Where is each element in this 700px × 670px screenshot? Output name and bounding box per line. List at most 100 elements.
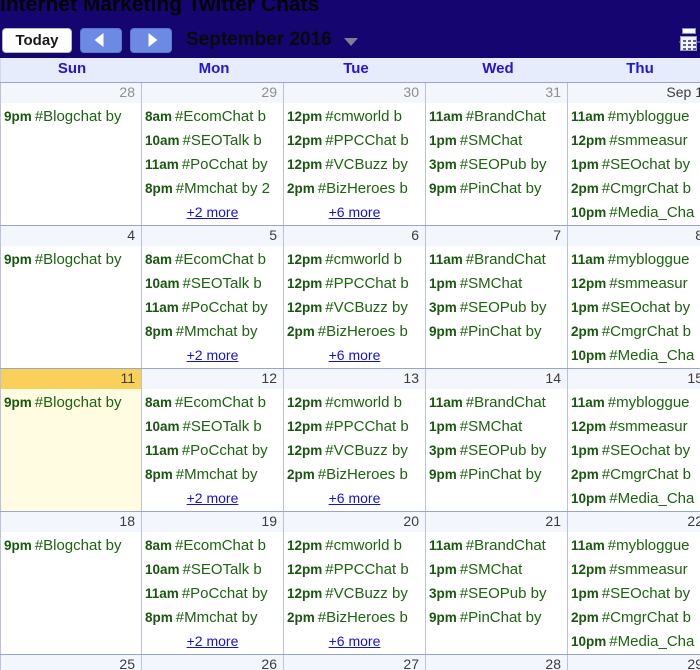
calendar-event[interactable]: 2pm #CmgrChat b [568,464,700,488]
day-cell[interactable]: 5 8am #EcomChat b 10am #SEOTalk b 11am #PoCcha… [142,226,284,368]
calendar-event[interactable]: 1pm #SEOchat by [568,297,700,321]
calendar-event[interactable]: 8am #EcomChat b [142,106,283,130]
calendar-event[interactable]: 11am #mybloggue [568,392,700,416]
day-cell[interactable]: 22 11am#mybloggue12pm#smmeasur1pm#SEOchat… [568,512,700,654]
day-cell[interactable]: 6 12pm #cmworld b 12pm #PPCChat b 12pm #VCBuzz… [284,226,426,368]
calendar-event[interactable]: 3pm #SEOPub by [426,154,567,178]
more-events-link[interactable]: +2 more [142,488,283,510]
calendar-event[interactable]: 12pm #PPCChat b [284,559,425,583]
day-number[interactable]: 13 [284,369,425,389]
calendar-event[interactable]: 12pm #smmeasur [568,273,700,297]
calendar-event[interactable]: 10am #SEOTalk b [142,416,283,440]
more-events-link[interactable]: +2 more [142,202,283,224]
day-cell[interactable]: 14 11am #BrandChat 1pm #SMChat 3pm #SEOPub by 9… [426,369,568,511]
day-number[interactable]: 19 [142,512,283,532]
calendar-event[interactable]: 8pm #Mmchat by 2 [142,178,283,202]
day-number[interactable]: 20 [284,512,425,532]
day-number[interactable]: 28 [1,83,141,103]
calendar-event[interactable]: 3pm #SEOPub by [426,440,567,464]
day-number[interactable]: 12 [142,369,283,389]
calendar-event[interactable]: 2pm #CmgrChat b [568,321,700,345]
calendar-event[interactable]: 1pm #SMChat [426,559,567,583]
calendar-event[interactable]: 11am #BrandChat [426,106,567,130]
calendar-event[interactable]: 2pm #BizHeroes b [284,607,425,631]
calendar-event[interactable]: 8pm #Mmchat by [142,464,283,488]
calendar-event[interactable]: 1pm #SMChat [426,273,567,297]
calendar-event[interactable]: 11am #mybloggue [568,249,700,273]
calendar-event[interactable]: 12pm #cmworld b [284,106,425,130]
day-cell[interactable]: 13 12pm #cmworld b 12pm #PPCChat b 12pm #VCBuz… [284,369,426,511]
calendar-event[interactable]: 9pm #Blogchat by [1,249,141,273]
day-cell[interactable]: 31 11am #BrandChat 1pm #SMChat 3pm #SEOPub by 9… [426,83,568,225]
next-month-button[interactable] [130,27,172,53]
calendar-event[interactable]: 10am #SEOTalk b [142,273,283,297]
calendar-event[interactable]: 9pm #Blogchat by [1,535,141,559]
day-number[interactable]: 14 [426,369,567,389]
calendar-event[interactable]: 11am #mybloggue [568,106,700,130]
calendar-event[interactable]: 8am #EcomChat b [142,535,283,559]
calendar-event[interactable]: 1pm #SEOchat by [568,154,700,178]
day-number[interactable]: 28 [426,655,567,670]
calendar-event[interactable]: 2pm #CmgrChat b [568,607,700,631]
calendar-event[interactable]: 11am #PoCchat by [142,583,283,607]
calendar-event[interactable]: 8am #EcomChat b [142,392,283,416]
more-events-link[interactable]: +6 more [284,631,425,653]
calendar-event[interactable]: 12pm #VCBuzz by [284,440,425,464]
day-cell[interactable]: 27 [284,655,426,670]
calendar-event[interactable]: 9pm #PinChat by [426,607,567,631]
calendar-event[interactable]: 11am #PoCchat by [142,154,283,178]
calendar-event[interactable]: 1pm #SEOchat by [568,583,700,607]
day-number[interactable]: 29 [142,83,283,103]
more-events-link[interactable]: +6 more [284,202,425,224]
calendar-event[interactable]: 12pm #smmeasur [568,130,700,154]
calendar-event[interactable]: 2pm #BizHeroes b [284,178,425,202]
calendar-event[interactable]: 9pm #Blogchat by [1,392,141,416]
day-number[interactable]: 4 [1,226,141,246]
calendar-event[interactable]: 10pm #Media_Cha [568,202,700,225]
calendar-event[interactable]: 11am #BrandChat [426,392,567,416]
calendar-event[interactable]: 9pm #PinChat by [426,464,567,488]
calendar-event[interactable]: 12pm #smmeasur [568,559,700,583]
day-cell[interactable]: 4 9pm #Blogchat by [0,226,142,368]
calendar-event[interactable]: 11am #BrandChat [426,249,567,273]
more-events-link[interactable]: +6 more [284,488,425,510]
day-number[interactable]: 18 [1,512,141,532]
day-cell[interactable]: 25 [0,655,142,670]
day-number[interactable]: 21 [426,512,567,532]
calendar-event[interactable]: 1pm #SEOchat by [568,440,700,464]
day-cell[interactable]: 811am#mybloggue12pm#smmeasur1pm#SEOchat … [568,226,700,368]
calendar-event[interactable]: 12pm #cmworld b [284,535,425,559]
day-number[interactable]: 26 [142,655,283,670]
more-events-link[interactable]: +6 more [284,345,425,367]
calendar-event[interactable]: 9pm #Blogchat by [1,106,141,130]
calendar-event[interactable]: 10pm #Media_Cha [568,488,700,511]
calendar-event[interactable]: 12pm #cmworld b [284,249,425,273]
day-cell[interactable]: 28 9pm #Blogchat by [0,83,142,225]
calendar-event[interactable]: 10pm #Media_Cha [568,345,700,368]
day-cell[interactable]: 29 [568,655,700,670]
day-number[interactable]: 22 [568,512,700,532]
calendar-event[interactable]: 8pm #Mmchat by [142,607,283,631]
calendar-event[interactable]: 12pm #VCBuzz by [284,583,425,607]
calendar-event[interactable]: 11am #PoCchat by [142,440,283,464]
calendar-event[interactable]: 12pm #PPCChat b [284,416,425,440]
view-switcher-button[interactable] [678,28,700,54]
calendar-event[interactable]: 9pm #PinChat by [426,178,567,202]
calendar-event[interactable]: 11am #mybloggue [568,535,700,559]
day-number[interactable]: 30 [284,83,425,103]
day-cell[interactable]: 19 8am #EcomChat b 10am #SEOTalk b 11am #PoCch… [142,512,284,654]
calendar-event[interactable]: 12pm #PPCChat b [284,130,425,154]
day-cell[interactable]: 18 9pm #Blogchat by [0,512,142,654]
more-events-link[interactable]: +2 more [142,345,283,367]
day-number[interactable]: 27 [284,655,425,670]
day-number[interactable]: 29 [568,655,700,670]
day-number[interactable]: Sep 1 [568,83,700,103]
current-period-label[interactable]: September 2016 [186,29,332,51]
day-cell[interactable]: 20 12pm #cmworld b 12pm #PPCChat b 12pm #VCBuz… [284,512,426,654]
day-cell[interactable]: 12 8am #EcomChat b 10am #SEOTalk b 11am #PoCch… [142,369,284,511]
calendar-event[interactable]: 12pm #VCBuzz by [284,297,425,321]
day-cell[interactable]: Sep 1 11am #mybloggue 12pm #smmeasur 1pm #SEOc… [568,83,700,225]
calendar-event[interactable]: 10pm #Media_Cha [568,631,700,654]
day-number[interactable]: 7 [426,226,567,246]
calendar-event[interactable]: 12pm #smmeasur [568,416,700,440]
